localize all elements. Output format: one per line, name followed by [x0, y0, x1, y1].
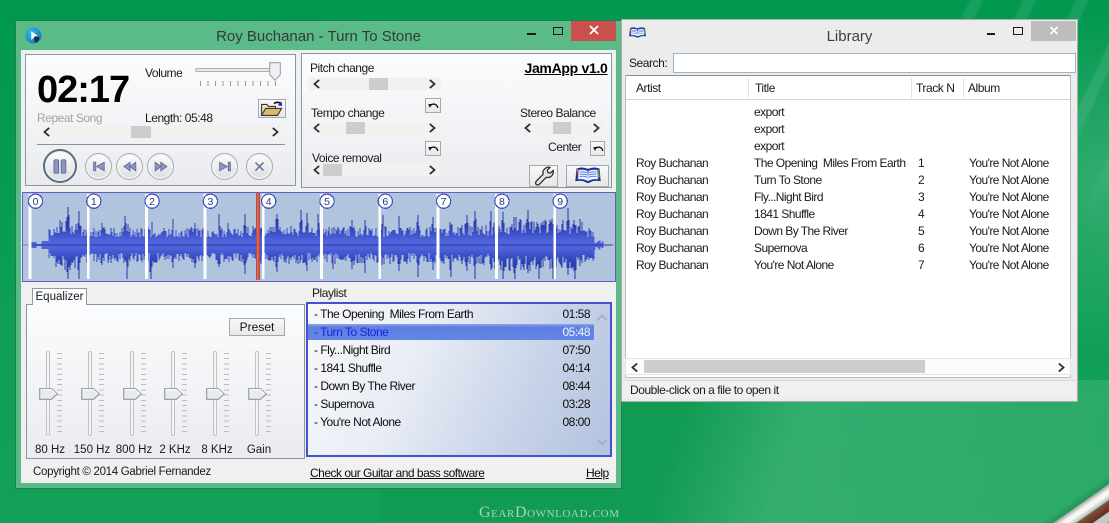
svg-text:7: 7: [441, 196, 447, 208]
svg-text:4: 4: [266, 196, 272, 208]
svg-text:2: 2: [149, 196, 155, 208]
svg-text:6: 6: [382, 196, 388, 208]
svg-text:9: 9: [557, 196, 563, 208]
svg-text:8: 8: [499, 196, 505, 208]
svg-text:3: 3: [207, 196, 213, 208]
svg-text:1: 1: [91, 196, 97, 208]
svg-text:5: 5: [324, 196, 330, 208]
svg-text:0: 0: [33, 196, 39, 208]
